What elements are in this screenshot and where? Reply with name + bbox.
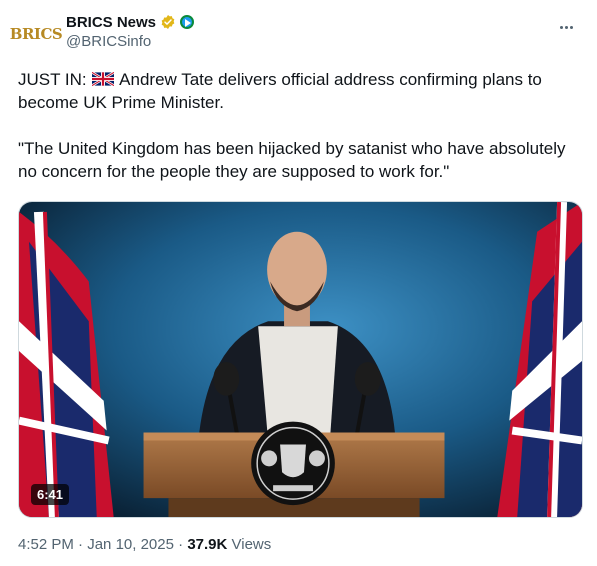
avatar-logo-text: BRICS (9, 25, 63, 43)
tweet-prefix: JUST IN: (18, 70, 87, 89)
tweet-date[interactable]: Jan 10, 2025 (87, 536, 174, 553)
tweet-text: JUST IN: Andrew Tate delivers official a… (18, 68, 588, 206)
account-avatar[interactable]: BRICS (10, 12, 63, 56)
meta-separator: · (78, 536, 84, 553)
video-player[interactable]: 6:41 (18, 201, 583, 518)
tweet-quote: "The United Kingdom has been hijacked by… (18, 139, 566, 181)
name-row: BRICS News (66, 12, 577, 32)
tweet-meta: 4:52 PM · Jan 10, 2025 · 37.9K Views (18, 536, 271, 553)
video-duration: 6:41 (31, 484, 70, 505)
display-name[interactable]: BRICS News (66, 14, 156, 31)
video-thumbnail (19, 202, 582, 517)
tweet-time[interactable]: 4:52 PM (18, 536, 74, 553)
views-label: Views (231, 536, 272, 553)
uk-flag-icon (92, 72, 115, 86)
meta-separator: · (178, 536, 184, 553)
verified-badge-icon (161, 15, 175, 29)
affiliate-badge-icon (180, 15, 195, 29)
more-icon (559, 25, 563, 29)
tweet-paragraph-1: JUST IN: Andrew Tate delivers official a… (18, 68, 588, 114)
views-count[interactable]: 37.9K (187, 536, 227, 553)
account-handle[interactable]: @BRICSinfo (66, 33, 577, 50)
tweet-header: BRICS News @BRICSinfo (66, 12, 577, 54)
more-options-button[interactable] (555, 18, 577, 36)
